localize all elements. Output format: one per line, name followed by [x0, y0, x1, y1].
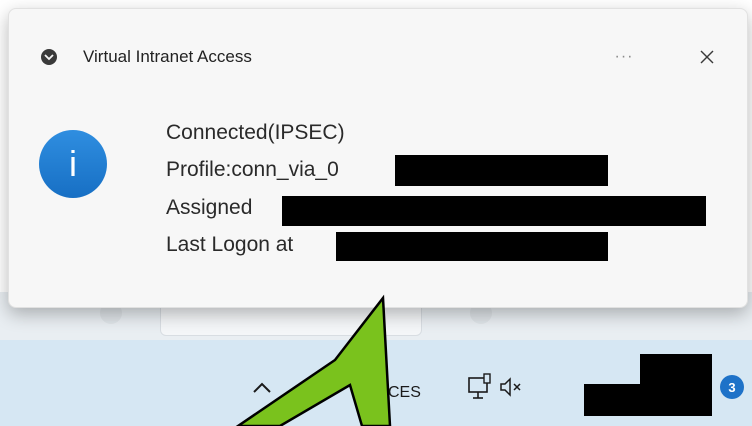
annotation-arrow: [235, 294, 392, 426]
green-arrow-shape: [235, 294, 392, 426]
